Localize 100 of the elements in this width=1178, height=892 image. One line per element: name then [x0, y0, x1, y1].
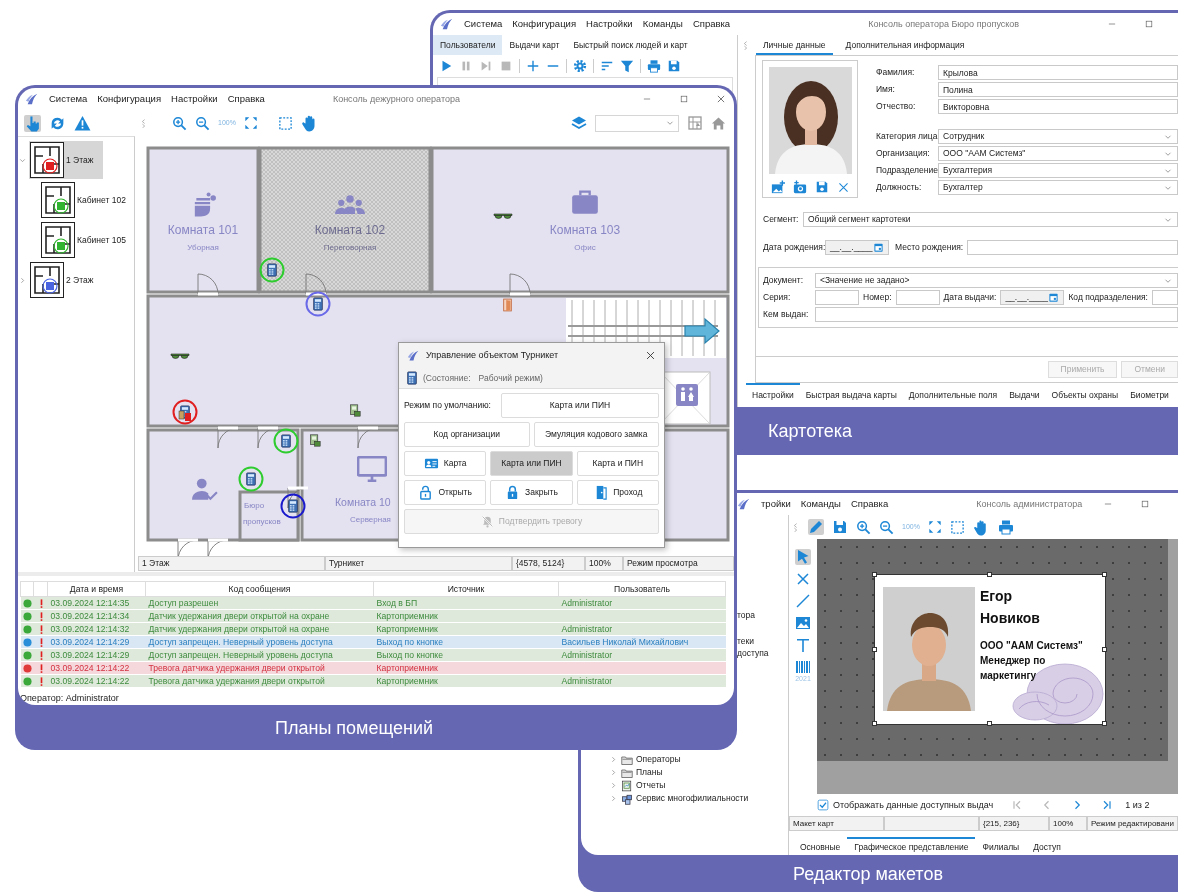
- button[interactable]: Карта или ПИН: [501, 393, 659, 418]
- menu-item[interactable]: Настройки: [171, 93, 218, 105]
- tree-item[interactable]: Планы: [636, 767, 663, 778]
- save-icon[interactable]: [814, 180, 829, 194]
- input-field[interactable]: [1151, 290, 1178, 305]
- date-field[interactable]: __.__.____: [825, 240, 889, 255]
- fit-icon[interactable]: [243, 116, 258, 130]
- maximize-icon[interactable]: [679, 94, 689, 104]
- resize-handle[interactable]: [1102, 572, 1107, 577]
- tree-item[interactable]: 1 Этаж: [29, 141, 104, 179]
- input-field[interactable]: Полина: [938, 82, 1178, 97]
- resize-handle[interactable]: [872, 646, 877, 652]
- input-field[interactable]: Крылова: [938, 65, 1178, 80]
- select-icon[interactable]: [949, 519, 965, 535]
- button[interactable]: Открыть: [404, 480, 487, 505]
- table-row[interactable]: 03.09.2024 12:14:32 Датчик удержания двери открытой на охране Картоприемник Administrator: [20, 622, 726, 636]
- table-row[interactable]: 03.09.2024 12:14:22 Тревога датчика удержания двери открытой Картоприемник: [20, 661, 726, 675]
- menu-item[interactable]: Система: [49, 93, 88, 105]
- image-icon[interactable]: [795, 615, 811, 631]
- menu-item[interactable]: Справка: [692, 18, 731, 30]
- tab[interactable]: Объекты охраны: [1045, 383, 1125, 407]
- resize-handle[interactable]: [872, 721, 877, 726]
- menu-item[interactable]: Система: [464, 18, 503, 30]
- tab[interactable]: Дополнительная информация: [838, 35, 972, 55]
- zoom-in-icon[interactable]: [856, 519, 871, 535]
- mode-button[interactable]: Карта и ПИН: [576, 451, 659, 476]
- input-field[interactable]: [815, 307, 1178, 322]
- menu-item[interactable]: тройки: [761, 498, 791, 510]
- mode-button[interactable]: Карта или ПИН: [490, 451, 573, 476]
- tree-item[interactable]: 2 Этаж: [29, 261, 104, 299]
- dropdown[interactable]: Сотрудник: [938, 129, 1178, 144]
- tab[interactable]: Быстрый поиск людей и карт: [566, 35, 695, 55]
- zoom-out-icon[interactable]: [879, 519, 894, 535]
- input-field[interactable]: [895, 290, 940, 305]
- turnstile-device-icon[interactable]: [280, 493, 306, 519]
- tab[interactable]: Основные: [793, 837, 848, 855]
- resize-handle[interactable]: [872, 572, 877, 577]
- chevron-right-icon[interactable]: [609, 768, 618, 777]
- tree-item[interactable]: Сервис многофилиальности: [636, 793, 749, 804]
- column-header[interactable]: Источник: [373, 581, 559, 597]
- text-tool-icon[interactable]: [795, 637, 811, 653]
- menu-item[interactable]: Конфигурация: [512, 18, 577, 30]
- camera-icon[interactable]: [792, 180, 807, 194]
- tab[interactable]: Пользователи: [433, 35, 503, 55]
- warning-icon[interactable]: [74, 114, 91, 132]
- pointer-icon[interactable]: [795, 549, 811, 565]
- tab[interactable]: Филиалы: [975, 837, 1027, 855]
- button[interactable]: Эмуляция кодового замка: [533, 422, 659, 447]
- close-icon[interactable]: [795, 571, 811, 587]
- tree-item[interactable]: Операторы: [636, 754, 681, 765]
- table-row[interactable]: 03.09.2024 12:14:35 Доступ разрешен Вход в БП Administrator: [20, 596, 726, 610]
- maximize-icon[interactable]: [1140, 499, 1150, 509]
- checkbox[interactable]: [817, 799, 829, 811]
- map-icon[interactable]: [687, 115, 703, 131]
- save-icon[interactable]: [667, 59, 681, 73]
- button[interactable]: Проход: [576, 480, 659, 505]
- tree-item[interactable]: теки: [737, 635, 754, 647]
- table-row[interactable]: 03.09.2024 12:14:29 Доступ запрещен. Неверный уровень доступа Выход по кнопке Васильев Николай Михайлович: [20, 635, 726, 649]
- menu-item[interactable]: Справка: [850, 498, 889, 510]
- tab[interactable]: Биометри: [1124, 383, 1175, 407]
- zoom-out-icon[interactable]: [195, 115, 210, 131]
- column-header[interactable]: Пользователь: [558, 581, 726, 597]
- tab[interactable]: Личные данные: [756, 35, 833, 55]
- chevron-right-icon[interactable]: [609, 755, 618, 764]
- tab[interactable]: Быстрая выдача карты: [799, 383, 903, 407]
- filter-icon[interactable]: [620, 59, 634, 73]
- table-row[interactable]: 03.09.2024 12:14:34 Датчик удержания двери открытой на охране Картоприемник: [20, 609, 726, 623]
- resize-handle[interactable]: [987, 721, 992, 726]
- tree-item[interactable]: Отчеты: [636, 780, 666, 791]
- button[interactable]: Код организации: [404, 422, 530, 447]
- add-icon[interactable]: [526, 59, 540, 73]
- print-icon[interactable]: [997, 519, 1014, 535]
- hand-pointer-icon[interactable]: [24, 114, 41, 132]
- table-row[interactable]: 03.09.2024 12:14:29 Доступ запрещен. Неверный уровень доступа Выход по кнопке Administrator: [20, 648, 726, 662]
- table-row[interactable]: 03.09.2024 12:14:22 Тревога датчика удержания двери открытой Картоприемник Administrator: [20, 674, 726, 688]
- select-icon[interactable]: [277, 115, 293, 131]
- splitter-icon[interactable]: [139, 118, 148, 128]
- tab[interactable]: Дополнительные поля: [902, 383, 1004, 407]
- dropdown[interactable]: ООО "ААМ Системз": [938, 146, 1178, 161]
- close-icon[interactable]: [716, 94, 726, 104]
- turnstile-device-icon[interactable]: [238, 466, 264, 492]
- menu-item[interactable]: Команды: [642, 18, 683, 30]
- save-icon[interactable]: [832, 519, 848, 535]
- menu-item[interactable]: Справка: [227, 93, 265, 105]
- turnstile-device-icon[interactable]: [305, 291, 331, 317]
- splitter-icon[interactable]: [741, 40, 750, 50]
- fit-icon[interactable]: [927, 520, 942, 534]
- zoom-in-icon[interactable]: [172, 115, 187, 131]
- input-field[interactable]: [967, 240, 1178, 255]
- tree-item[interactable]: тора: [737, 609, 755, 621]
- turnstile-device-icon[interactable]: [273, 428, 299, 454]
- close-icon[interactable]: [645, 350, 656, 361]
- close-icon[interactable]: [836, 180, 850, 194]
- turnstile-device-icon[interactable]: [259, 257, 285, 283]
- dropdown[interactable]: <Значение не задано>: [815, 273, 1178, 288]
- tab[interactable]: Выдачи карт: [502, 35, 567, 55]
- add-image-icon[interactable]: [770, 180, 785, 194]
- last-page-icon[interactable]: [1101, 799, 1114, 811]
- dropdown[interactable]: Бухгалтерия: [938, 163, 1178, 178]
- resize-handle[interactable]: [1102, 646, 1107, 652]
